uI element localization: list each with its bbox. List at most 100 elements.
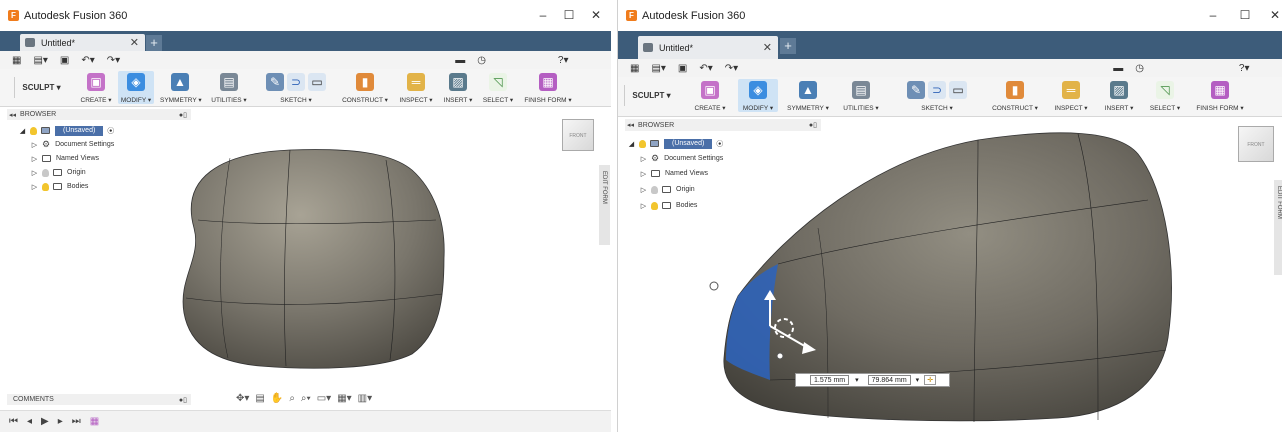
browser-item-document-settings[interactable]: ▷ ⚙ Document Settings: [31, 139, 114, 150]
offset-field[interactable]: 1.575 mm: [810, 375, 850, 385]
symmetry-group[interactable]: ▲ SYMMETRY ▾: [786, 79, 830, 112]
construct-group[interactable]: ▮ CONSTRUCT ▾: [990, 79, 1040, 112]
finish-form-group[interactable]: ▦ FINISH FORM ▾: [524, 71, 572, 104]
close-button[interactable]: ✕: [589, 8, 603, 22]
expand-icon[interactable]: ◢: [19, 127, 26, 135]
close-tab-icon[interactable]: ✕: [763, 41, 772, 54]
play-prev-icon[interactable]: ◂: [27, 416, 32, 427]
minimize-button[interactable]: –: [536, 8, 550, 22]
help-icon[interactable]: ?▾: [1239, 63, 1250, 74]
canvas-viewport[interactable]: [150, 108, 590, 408]
expand-icon[interactable]: ▷: [640, 202, 647, 210]
lightbulb-icon[interactable]: [42, 182, 49, 191]
close-tab-icon[interactable]: ✕: [130, 36, 139, 49]
lightbulb-icon[interactable]: [42, 168, 49, 177]
snap-icon[interactable]: ✛: [924, 375, 937, 385]
collapse-icon[interactable]: ◂◂: [627, 121, 634, 129]
form-feature-icon[interactable]: ▦: [90, 416, 99, 427]
comments-header[interactable]: COMMENTS ●▯: [7, 394, 191, 405]
construct-group[interactable]: ▮ CONSTRUCT ▾: [342, 71, 388, 104]
lightbulb-icon[interactable]: [30, 126, 37, 135]
create-group[interactable]: ▣ CREATE ▾: [690, 79, 730, 112]
file-icon[interactable]: ▤▾: [33, 55, 47, 66]
maximize-button[interactable]: ☐: [562, 8, 576, 22]
sketch-group[interactable]: ✎ ⊃ ▭ SKETCH ▾: [256, 71, 336, 104]
document-tab[interactable]: Untitled* ✕: [20, 34, 145, 51]
minimize-button[interactable]: –: [1206, 8, 1220, 22]
dropdown-icon[interactable]: ▾: [855, 376, 859, 384]
clock-icon[interactable]: ◷: [477, 55, 486, 66]
save-icon[interactable]: ▣: [60, 55, 69, 66]
play-first-icon[interactable]: ⏮: [9, 416, 18, 427]
distance-field[interactable]: 79.864 mm: [867, 375, 911, 385]
expand-icon[interactable]: ▷: [31, 169, 38, 177]
create-group[interactable]: ▣ CREATE ▾: [78, 71, 114, 104]
pan-icon[interactable]: ✋: [271, 393, 283, 404]
inspect-group[interactable]: ═ INSPECT ▾: [398, 71, 434, 104]
file-icon[interactable]: ▤▾: [651, 63, 665, 74]
maximize-button[interactable]: ☐: [1238, 8, 1252, 22]
chat-icon[interactable]: ▬: [1113, 63, 1123, 74]
expand-icon[interactable]: ▷: [31, 141, 38, 149]
redo-icon[interactable]: ↷▾: [725, 63, 738, 74]
edit-form-panel[interactable]: EDIT FORM: [1274, 180, 1282, 275]
play-next-icon[interactable]: ▸: [58, 416, 63, 427]
play-last-icon[interactable]: ⏭: [72, 416, 81, 427]
activate-icon[interactable]: ⦿: [107, 126, 114, 136]
save-icon[interactable]: ▣: [678, 63, 687, 74]
inspect-group[interactable]: ═ INSPECT ▾: [1050, 79, 1092, 112]
view-cube[interactable]: FRONT: [562, 119, 594, 151]
select-group[interactable]: ◹ SELECT ▾: [480, 71, 516, 104]
dropdown-icon[interactable]: ▾: [916, 376, 920, 384]
undo-icon[interactable]: ↶▾: [81, 55, 94, 66]
chat-icon[interactable]: ▬: [455, 55, 465, 66]
redo-icon[interactable]: ↷▾: [107, 55, 120, 66]
select-group[interactable]: ◹ SELECT ▾: [1144, 79, 1186, 112]
close-button[interactable]: ✕: [1268, 8, 1282, 22]
expand-icon[interactable]: ▷: [31, 183, 38, 191]
look-at-icon[interactable]: ▤: [255, 393, 264, 404]
insert-group[interactable]: ▨ INSERT ▾: [1100, 79, 1138, 112]
expand-icon[interactable]: ▷: [640, 170, 647, 178]
lightbulb-icon[interactable]: [651, 185, 658, 194]
undo-icon[interactable]: ↶▾: [699, 63, 712, 74]
expand-icon[interactable]: ▷: [640, 155, 647, 163]
finish-form-group[interactable]: ▦ FINISH FORM ▾: [1192, 79, 1248, 112]
lightbulb-icon[interactable]: [651, 201, 658, 210]
sculpted-body[interactable]: [182, 149, 445, 369]
expand-icon[interactable]: ▷: [640, 186, 647, 194]
utilities-group[interactable]: ▤ UTILITIES ▾: [210, 71, 248, 104]
help-icon[interactable]: ?▾: [558, 55, 569, 66]
view-cube[interactable]: FRONT: [1238, 126, 1274, 162]
workspace-switcher[interactable]: SCULPT ▾: [624, 85, 678, 106]
edit-form-panel[interactable]: EDIT FORM: [599, 165, 610, 245]
utilities-group[interactable]: ▤ UTILITIES ▾: [840, 79, 882, 112]
symmetry-group[interactable]: ▲ SYMMETRY ▾: [160, 71, 202, 104]
grid-icon[interactable]: ▦: [12, 55, 21, 66]
grid-display-icon[interactable]: ▦▾: [337, 393, 351, 404]
browser-root[interactable]: ◢ (Unsaved) ⦿: [19, 125, 114, 136]
canvas-viewport[interactable]: [678, 118, 1278, 432]
new-tab-button[interactable]: +: [780, 38, 796, 54]
new-tab-button[interactable]: +: [146, 35, 162, 51]
insert-group[interactable]: ▨ INSERT ▾: [442, 71, 474, 104]
expand-icon[interactable]: ◢: [628, 140, 635, 148]
browser-item-bodies[interactable]: ▷ Bodies: [31, 181, 88, 192]
play-icon[interactable]: ▶: [41, 416, 49, 427]
lightbulb-icon[interactable]: [639, 139, 646, 148]
collapse-icon[interactable]: ◂◂: [9, 111, 16, 119]
sketch-group[interactable]: ✎ ⊃ ▭ SKETCH ▾: [892, 79, 982, 112]
display-icon[interactable]: ▭▾: [317, 393, 331, 404]
modify-group[interactable]: ◈ MODIFY ▾: [118, 71, 154, 104]
document-tab[interactable]: Untitled* ✕: [638, 36, 778, 59]
panel-pin-icon[interactable]: ●▯: [179, 396, 187, 404]
clock-icon[interactable]: ◷: [1135, 63, 1144, 74]
orbit-icon[interactable]: ✥▾: [236, 393, 249, 404]
modify-group[interactable]: ◈ MODIFY ▾: [738, 79, 778, 112]
expand-icon[interactable]: ▷: [31, 155, 38, 163]
zoom-icon[interactable]: ⌕: [289, 393, 295, 404]
viewports-icon[interactable]: ▥▾: [358, 393, 372, 404]
zoom-window-icon[interactable]: ⌕▾: [301, 393, 311, 404]
browser-item-origin[interactable]: ▷ Origin: [31, 167, 86, 178]
browser-item-named-views[interactable]: ▷ Named Views: [31, 153, 99, 164]
